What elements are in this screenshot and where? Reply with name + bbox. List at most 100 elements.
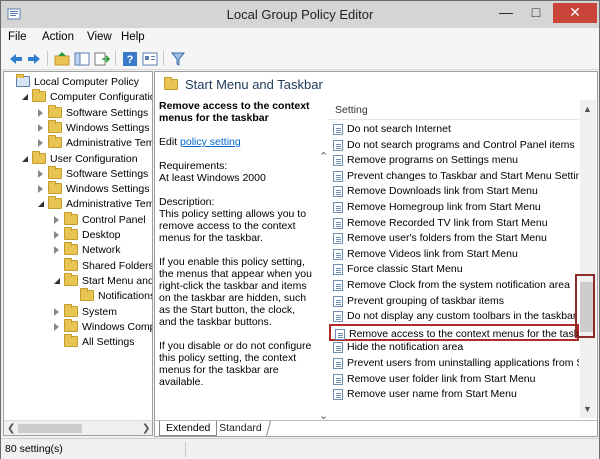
policy-row[interactable]: Do not search Internet	[329, 121, 579, 137]
scroll-up-arrow-icon[interactable]: ▲	[583, 104, 592, 114]
tree-item-label: Start Menu and T	[82, 274, 153, 287]
collapsed-arrow-icon[interactable]	[54, 322, 59, 331]
tree-item[interactable]: Software Settings	[4, 165, 152, 182]
tree-item-label: Software Settings	[66, 167, 149, 180]
forward-arrow-icon[interactable]	[25, 50, 43, 68]
policy-row[interactable]: Prevent changes to Taskbar and Start Men…	[329, 168, 579, 184]
tree-horizontal-scrollbar[interactable]: ❮ ❯	[4, 420, 152, 435]
tree-item[interactable]: Windows Compo	[4, 318, 152, 335]
tree-item[interactable]: Administrative Temp	[4, 196, 152, 212]
menu-action[interactable]: Action	[42, 31, 74, 43]
disable-text: If you disable or do not configure this …	[159, 340, 312, 388]
folder-icon	[48, 165, 62, 179]
menu-help[interactable]: Help	[121, 31, 145, 43]
tree-item[interactable]: System	[4, 303, 152, 320]
menu-bar: File Action View Help	[1, 28, 599, 48]
settings-list[interactable]: Setting Do not search Internet Do not sea…	[329, 100, 579, 420]
edit-policy-setting-link[interactable]: policy setting	[180, 136, 241, 148]
policy-row[interactable]: Remove Homegroup link from Start Menu	[329, 199, 579, 215]
toolbar-separator	[47, 51, 48, 66]
collapsed-arrow-icon[interactable]	[38, 139, 43, 148]
policy-name: Prevent grouping of taskbar items	[347, 294, 504, 307]
properties-view-icon[interactable]	[141, 50, 159, 68]
policy-row[interactable]: Remove Downloads link from Start Menu	[329, 183, 579, 199]
title-bar[interactable]: Local Group Policy Editor — □ ✕	[1, 1, 599, 28]
setting-column-header[interactable]: Setting	[329, 100, 579, 120]
expanded-arrow-icon[interactable]	[22, 94, 28, 101]
tree-item[interactable]: Desktop	[4, 227, 152, 243]
folder-icon	[64, 303, 78, 317]
collapsed-arrow-icon[interactable]	[54, 307, 59, 316]
tree-item[interactable]: Control Panel	[4, 211, 152, 228]
collapsed-arrow-icon[interactable]	[54, 246, 59, 255]
policy-row[interactable]: Do not search programs and Control Panel…	[329, 137, 579, 153]
navigation-tree[interactable]: Local Computer Policy Computer Configurat…	[3, 71, 153, 436]
tree-root[interactable]: Local Computer Policy	[4, 74, 152, 90]
tree-item[interactable]: Network	[4, 242, 152, 258]
close-button[interactable]: ✕	[553, 3, 597, 23]
folder-icon	[64, 257, 78, 271]
policy-heading: Remove access to the context menus for t…	[159, 100, 310, 124]
expanded-arrow-icon[interactable]	[22, 155, 28, 162]
scroll-down-arrow-icon[interactable]: ▼	[583, 404, 592, 414]
policy-row[interactable]: Do not display any custom toolbars in th…	[329, 308, 579, 324]
tree-item-label: Windows Settings	[66, 183, 150, 196]
expanded-arrow-icon[interactable]	[38, 201, 44, 208]
tree-item[interactable]: User Configuration	[4, 150, 152, 167]
tab-standard[interactable]: Standard	[210, 421, 271, 436]
policy-row[interactable]: Remove Recorded TV link from Start Menu	[329, 215, 579, 231]
policy-row[interactable]: Force classic Start Menu	[329, 261, 579, 277]
collapsed-arrow-icon[interactable]	[54, 215, 59, 224]
policy-name: Do not display any custom toolbars in th…	[347, 310, 577, 323]
filter-icon[interactable]	[169, 50, 187, 68]
column-header-label: Setting	[335, 104, 368, 116]
policy-row[interactable]: Remove user folder link from Start Menu	[329, 371, 579, 387]
up-folder-icon[interactable]	[53, 50, 71, 68]
show-hide-tree-icon[interactable]	[73, 50, 91, 68]
minimize-button[interactable]: —	[491, 3, 521, 23]
list-vertical-scrollbar[interactable]: ▲ ▼	[580, 100, 596, 418]
tree-item[interactable]: Start Menu and T	[4, 272, 153, 289]
collapsed-arrow-icon[interactable]	[38, 108, 43, 117]
policy-row[interactable]: Remove user's folders from the Start Men…	[329, 230, 579, 246]
policy-row[interactable]: Remove programs on Settings menu	[329, 152, 579, 168]
tree-item[interactable]: Notifications	[4, 288, 152, 304]
tree-item[interactable]: All Settings	[4, 334, 152, 350]
chevron-up-icon[interactable]: ⌃	[319, 150, 328, 163]
scroll-left-arrow-icon[interactable]: ❮	[7, 423, 15, 434]
policy-setting-icon	[333, 342, 343, 354]
tree-item[interactable]: Software Settings	[4, 104, 152, 121]
tab-extended[interactable]: Extended	[159, 421, 218, 436]
collapsed-arrow-icon[interactable]	[38, 169, 43, 178]
collapsed-arrow-icon[interactable]	[54, 231, 59, 239]
tree-item[interactable]: Windows Settings	[4, 119, 152, 136]
export-list-icon[interactable]	[93, 50, 111, 68]
folder-icon	[164, 77, 178, 90]
tree-item-label: Windows Compo	[82, 320, 152, 333]
policy-row[interactable]: Remove Clock from the system notificatio…	[329, 277, 579, 293]
maximize-button[interactable]: □	[521, 3, 551, 23]
tree-item[interactable]: Administrative Tem	[4, 135, 152, 151]
selected-policy-row[interactable]: Remove access to the context menus for t…	[329, 323, 579, 341]
collapsed-arrow-icon[interactable]	[38, 123, 43, 132]
tree-item[interactable]: Shared Folders	[4, 257, 152, 274]
help-icon[interactable]: ?	[121, 50, 139, 68]
policy-row[interactable]: Remove Videos link from Start Menu	[329, 246, 579, 262]
policy-row[interactable]: Prevent grouping of taskbar items	[329, 293, 579, 309]
expanded-arrow-icon[interactable]	[54, 277, 60, 284]
status-separator	[185, 442, 186, 457]
tree-item[interactable]: Windows Settings	[4, 181, 152, 197]
description-block: Description: This policy setting allows y…	[159, 196, 313, 244]
menu-view[interactable]: View	[87, 31, 112, 43]
policy-row[interactable]: Remove user name from Start Menu	[329, 386, 579, 402]
scroll-right-arrow-icon[interactable]: ❯	[142, 423, 150, 434]
tree-item[interactable]: Computer Configuratio	[4, 89, 152, 105]
tree-scroll-thumb[interactable]	[18, 424, 82, 433]
policy-name: Remove user's folders from the Start Men…	[347, 232, 547, 245]
back-arrow-icon[interactable]	[7, 50, 25, 68]
policy-row[interactable]: Hide the notification area	[329, 339, 579, 355]
collapsed-arrow-icon[interactable]	[38, 185, 43, 194]
menu-file[interactable]: File	[8, 31, 27, 43]
policy-row[interactable]: Prevent users from uninstalling applicat…	[329, 355, 579, 371]
policy-name: Prevent changes to Taskbar and Start Men…	[347, 169, 579, 182]
